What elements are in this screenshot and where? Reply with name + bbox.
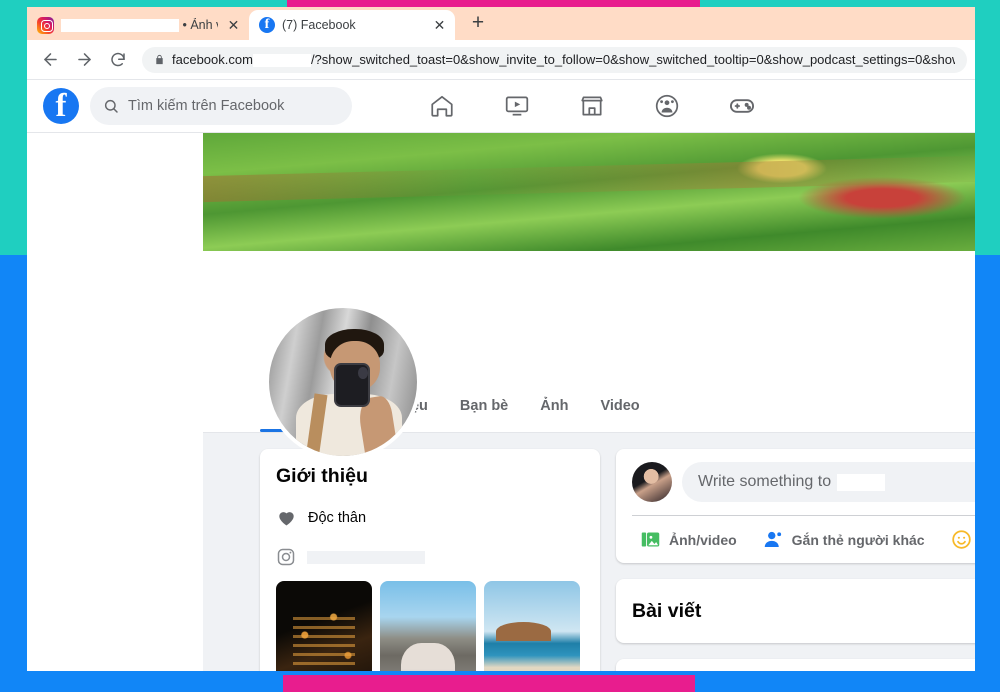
- watch-icon[interactable]: [479, 84, 554, 128]
- groups-icon[interactable]: [629, 84, 704, 128]
- composer-input[interactable]: Write something to: [682, 462, 975, 502]
- profile-content: Giới thiệu Độc thân Write something to Ả…: [203, 433, 975, 679]
- instagram-icon: [37, 16, 54, 34]
- profile-avatar[interactable]: [265, 304, 421, 460]
- instagram-photo-grid: [276, 581, 584, 679]
- frame-left-teal: [0, 0, 27, 260]
- frame-left-blue: [0, 255, 27, 692]
- reload-icon[interactable]: [103, 45, 133, 75]
- tab-title: (7) Facebook: [282, 18, 356, 32]
- relationship-status: Độc thân: [308, 509, 367, 526]
- marketplace-icon[interactable]: [554, 84, 629, 128]
- browser-window: • Ảnh và ✕ f (7) Facebook ✕ +: [27, 7, 975, 679]
- frame-bottom-magenta: [283, 675, 695, 692]
- composer-top: Write something to: [632, 462, 975, 502]
- search-input[interactable]: Tìm kiếm trên Facebook: [90, 87, 352, 125]
- gaming-icon[interactable]: [704, 84, 779, 128]
- instagram-icon: [276, 547, 296, 567]
- tag-person-label: Gắn thẻ người khác: [791, 531, 925, 548]
- tab-photos[interactable]: Ảnh: [524, 379, 584, 432]
- heart-icon: [276, 507, 297, 528]
- instagram-photo[interactable]: [380, 581, 476, 679]
- photo-video-label: Ảnh/video: [669, 531, 737, 548]
- back-icon[interactable]: [35, 45, 65, 75]
- profile-header: 88 bạn bè • 3 bạn chung Bạn bè: [203, 251, 975, 460]
- intro-card: Giới thiệu Độc thân: [260, 449, 600, 679]
- browser-tabstrip: • Ảnh và ✕ f (7) Facebook ✕ +: [27, 7, 975, 40]
- composer-placeholder: Write something to: [698, 473, 832, 490]
- new-tab-button[interactable]: +: [463, 8, 493, 38]
- browser-tab-facebook[interactable]: f (7) Facebook ✕: [249, 10, 455, 40]
- posts-section-title: Bài viết: [632, 599, 702, 622]
- search-placeholder: Tìm kiếm trên Facebook: [128, 98, 285, 114]
- right-column: Write something to Ảnh/video Gắn thẻ ngư…: [616, 449, 975, 679]
- browser-toolbar: facebook.com/?show_switched_toast=0&show…: [27, 40, 975, 80]
- composer-actions: Ảnh/video Gắn thẻ người khác: [632, 515, 975, 563]
- tab-close-icon[interactable]: ✕: [225, 17, 242, 34]
- photo-video-button[interactable]: Ảnh/video: [632, 529, 745, 550]
- intro-title: Giới thiệu: [276, 465, 368, 487]
- tab-friends[interactable]: Bạn bè: [444, 379, 524, 432]
- relationship-row: Độc thân: [276, 507, 584, 528]
- tab-videos[interactable]: Video: [584, 379, 655, 432]
- feeling-icon: [951, 529, 972, 550]
- forward-icon[interactable]: [69, 45, 99, 75]
- post-composer: Write something to Ảnh/video Gắn thẻ ngư…: [616, 449, 975, 563]
- tag-person-icon: [763, 529, 784, 550]
- instagram-row[interactable]: [276, 547, 584, 567]
- posts-section-header: Bài viết: [616, 579, 975, 643]
- facebook-nav: [404, 84, 779, 128]
- frame-right-teal: [975, 0, 1000, 260]
- browser-tab-instagram[interactable]: • Ảnh và ✕: [27, 10, 249, 40]
- cover-photo[interactable]: [203, 133, 975, 251]
- tab-title: • Ảnh và: [61, 18, 218, 33]
- instagram-handle-redacted: [307, 550, 425, 564]
- tab-close-icon[interactable]: ✕: [431, 17, 448, 34]
- frame-right-blue: [975, 255, 1000, 692]
- composer-name-redacted: [837, 473, 886, 491]
- instagram-photo[interactable]: [276, 581, 372, 679]
- facebook-header: f Tìm kiếm trên Facebook: [27, 80, 975, 133]
- search-icon: [103, 98, 119, 114]
- screenshot-root: • Ảnh và ✕ f (7) Facebook ✕ +: [0, 0, 1000, 692]
- tag-person-button[interactable]: Gắn thẻ người khác: [755, 529, 933, 550]
- address-bar[interactable]: facebook.com/?show_switched_toast=0&show…: [142, 46, 967, 73]
- facebook-icon: f: [259, 17, 275, 33]
- facebook-logo-icon[interactable]: f: [43, 88, 79, 124]
- avatar: [632, 462, 672, 502]
- lock-icon: [154, 53, 165, 66]
- profile-page: 88 bạn bè • 3 bạn chung Bạn bè: [27, 133, 975, 679]
- feeling-activity-button[interactable]: Cảm xúc/ho: [943, 529, 975, 550]
- left-column: Giới thiệu Độc thân: [260, 449, 600, 679]
- address-bar-url: facebook.com/?show_switched_toast=0&show…: [172, 51, 955, 68]
- photo-video-icon: [640, 529, 661, 550]
- home-icon[interactable]: [404, 84, 479, 128]
- instagram-photo[interactable]: [484, 581, 580, 679]
